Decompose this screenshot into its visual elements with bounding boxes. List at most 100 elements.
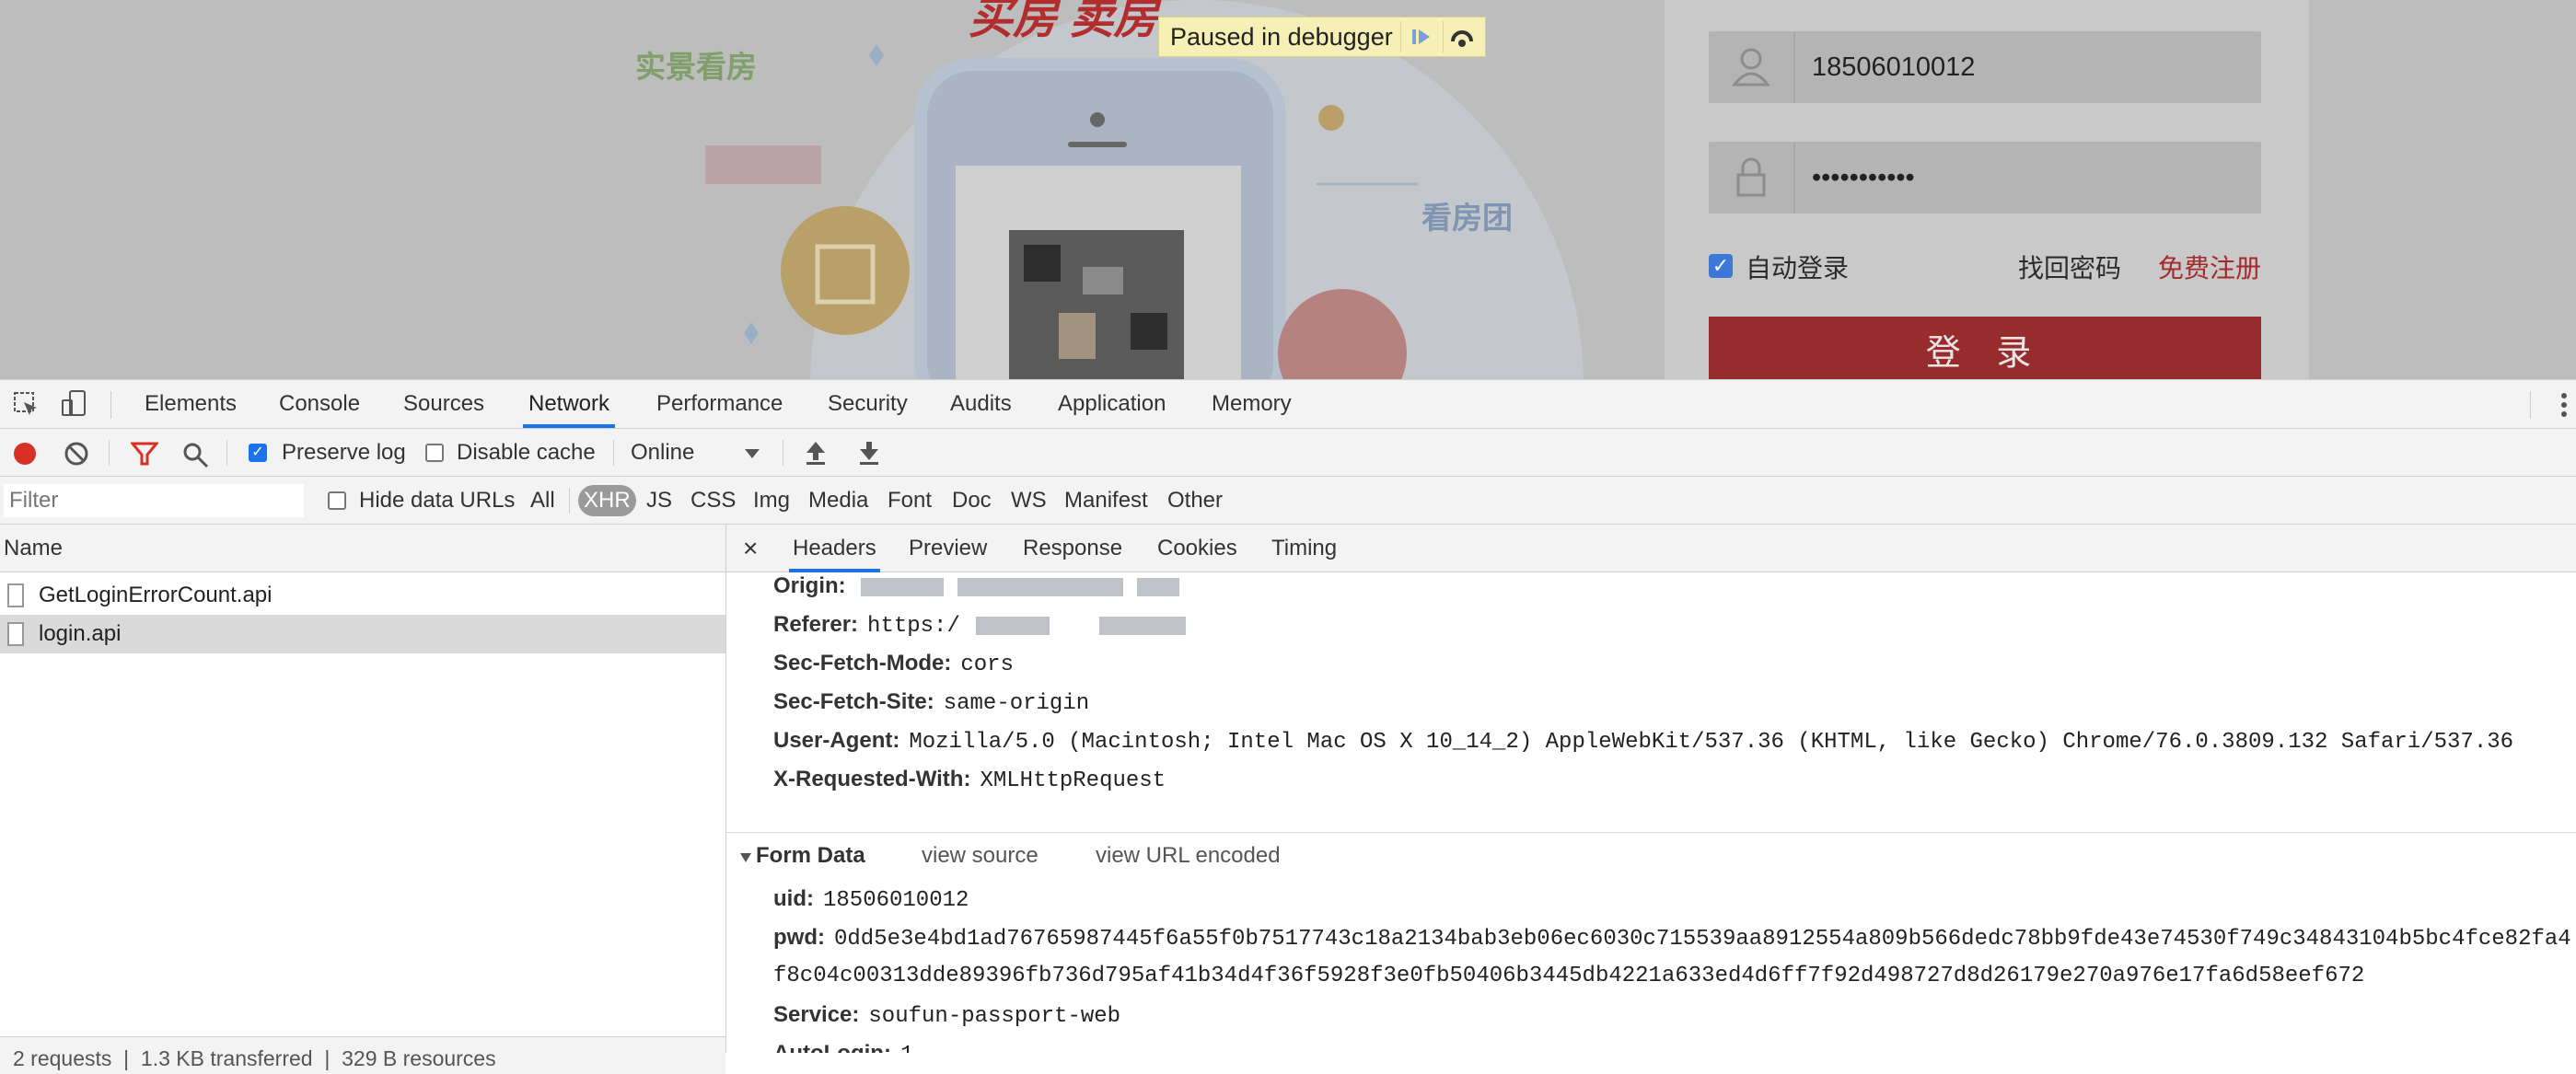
filter-input[interactable] [4, 484, 304, 517]
request-name: login.api [39, 621, 122, 646]
debugger-paused-banner: Paused in debugger [1158, 17, 1486, 57]
form-key: uid: [773, 886, 814, 911]
network-toolbar: ✓ Preserve log Disable cache Online [0, 429, 2576, 477]
chevron-down-icon [744, 447, 760, 464]
header-key: Sec-Fetch-Site: [773, 689, 934, 714]
device-toolbar-icon[interactable] [61, 389, 88, 423]
filter-type-doc[interactable]: Doc [952, 477, 992, 525]
phone-field[interactable]: 18506010012 [1709, 31, 2261, 103]
preserve-log-label: Preserve log [282, 440, 406, 465]
requests-list: Name GetLoginErrorCount.api login.api [0, 525, 726, 1053]
filter-type-all[interactable]: All [530, 477, 555, 525]
tab-response[interactable]: Response [1023, 525, 1122, 572]
form-value-continuation: f8c04c00313dde89396fb736d795af41b34d4f36… [773, 964, 2365, 988]
resume-button[interactable] [1400, 21, 1438, 52]
export-har-icon[interactable] [858, 440, 880, 470]
filter-type-css[interactable]: CSS [690, 477, 736, 525]
request-row[interactable]: login.api [0, 615, 725, 653]
header-value: same-origin [943, 691, 1090, 716]
password-value: ••••••••••• [1812, 163, 1915, 192]
form-value: soufun-passport-web [868, 1004, 1121, 1029]
form-value: 1 [900, 1043, 913, 1053]
tab-security[interactable]: Security [822, 380, 913, 428]
lock-icon [1709, 142, 1795, 214]
view-source-link[interactable]: view source [922, 833, 1039, 879]
preserve-log-checkbox[interactable]: ✓ [249, 444, 267, 462]
detail-tab-bar: × Headers Preview Response Cookies Timin… [726, 525, 2576, 572]
disable-cache-checkbox[interactable] [425, 444, 444, 462]
view-url-encoded-link[interactable]: view URL encoded [1096, 833, 1281, 879]
filter-type-font[interactable]: Font [888, 477, 932, 525]
login-button[interactable]: 登 录 [1709, 317, 2261, 379]
filter-type-img[interactable]: Img [753, 477, 790, 525]
header-row-sec-fetch-site: Sec-Fetch-Site: same-origin [773, 683, 1089, 722]
form-key: pwd: [773, 925, 825, 950]
form-key: AutoLogin: [773, 1041, 891, 1053]
form-key: Service: [773, 1002, 860, 1027]
throttling-select[interactable]: Online [631, 429, 694, 477]
header-key: User-Agent: [773, 728, 900, 753]
page-viewport: 买房 卖房 实景看房 看房团 Paused in debugger 185060… [0, 0, 2576, 379]
request-row[interactable]: GetLoginErrorCount.api [0, 576, 725, 615]
register-link[interactable]: 免费注册 [2158, 248, 2261, 285]
hide-data-urls-checkbox[interactable] [328, 491, 346, 510]
name-column-header[interactable]: Name [0, 525, 725, 572]
form-data-section-header[interactable]: Form Data view source view URL encoded [726, 832, 2576, 879]
more-options-icon[interactable] [2559, 391, 2569, 423]
header-value: cors [960, 652, 1014, 677]
separator [226, 440, 227, 466]
devtools-panel: Elements Console Sources Network Perform… [0, 379, 2576, 1053]
redacted-value [975, 616, 1050, 635]
clear-icon[interactable] [64, 442, 88, 470]
filter-type-media[interactable]: Media [808, 477, 868, 525]
auto-login-label: 自动登录 [1746, 254, 1850, 283]
separator [110, 391, 111, 419]
tab-network[interactable]: Network [523, 380, 616, 428]
filter-icon[interactable] [129, 442, 160, 470]
import-har-icon[interactable] [805, 440, 827, 470]
password-field[interactable]: ••••••••••• [1709, 142, 2261, 214]
form-value: 0dd5e3e4bd1ad76765987445f6a55f0b7517743c… [833, 927, 2571, 952]
filter-type-other[interactable]: Other [1167, 477, 1223, 525]
user-icon [1709, 31, 1795, 103]
tab-console[interactable]: Console [273, 380, 366, 428]
header-value: https:/ [867, 614, 960, 639]
deco-label-right: 看房团 [1421, 201, 1513, 235]
header-key: Origin: [773, 573, 846, 598]
hide-data-urls-label: Hide data URLs [359, 488, 516, 513]
inspect-element-icon[interactable] [13, 391, 41, 423]
tab-preview[interactable]: Preview [909, 525, 987, 572]
redacted-value [957, 577, 1123, 596]
filter-type-manifest[interactable]: Manifest [1064, 477, 1148, 525]
deco-label-left: 实景看房 [635, 50, 757, 84]
tab-cookies[interactable]: Cookies [1157, 525, 1237, 572]
header-row-sec-fetch-mode: Sec-Fetch-Mode: cors [773, 644, 1014, 683]
filter-type-ws[interactable]: WS [1011, 477, 1047, 525]
close-icon[interactable]: × [743, 525, 758, 572]
tab-performance[interactable]: Performance [651, 380, 788, 428]
header-row-user-agent: User-Agent: Mozilla/5.0 (Macintosh; Intel… [773, 722, 2513, 760]
auto-login-checkbox[interactable]: ✓ [1709, 254, 1733, 278]
file-icon [7, 622, 24, 646]
search-icon[interactable] [182, 442, 210, 474]
forgot-password-link[interactable]: 找回密码 [2018, 248, 2121, 285]
record-button[interactable] [13, 442, 37, 470]
header-row-origin: Origin: [773, 567, 1187, 606]
redacted-value [861, 577, 945, 596]
tab-timing[interactable]: Timing [1271, 525, 1337, 572]
filter-type-xhr[interactable]: XHR [578, 485, 636, 516]
debugger-label: Paused in debugger [1170, 23, 1393, 51]
tab-application[interactable]: Application [1052, 380, 1171, 428]
file-icon [7, 583, 24, 607]
tab-headers[interactable]: Headers [789, 525, 880, 572]
step-over-button[interactable] [1443, 21, 1480, 52]
form-row-pwd: pwd: 0dd5e3e4bd1ad76765987445f6a55f0b7517… [773, 918, 2571, 959]
tab-audits[interactable]: Audits [945, 380, 1017, 428]
form-data-title: Form Data [756, 843, 865, 868]
filter-type-js[interactable]: JS [646, 477, 672, 525]
disable-cache-label: Disable cache [457, 440, 596, 465]
tab-memory[interactable]: Memory [1206, 380, 1297, 428]
tab-sources[interactable]: Sources [398, 380, 490, 428]
tab-elements[interactable]: Elements [139, 380, 242, 428]
redacted-value [1136, 577, 1179, 596]
